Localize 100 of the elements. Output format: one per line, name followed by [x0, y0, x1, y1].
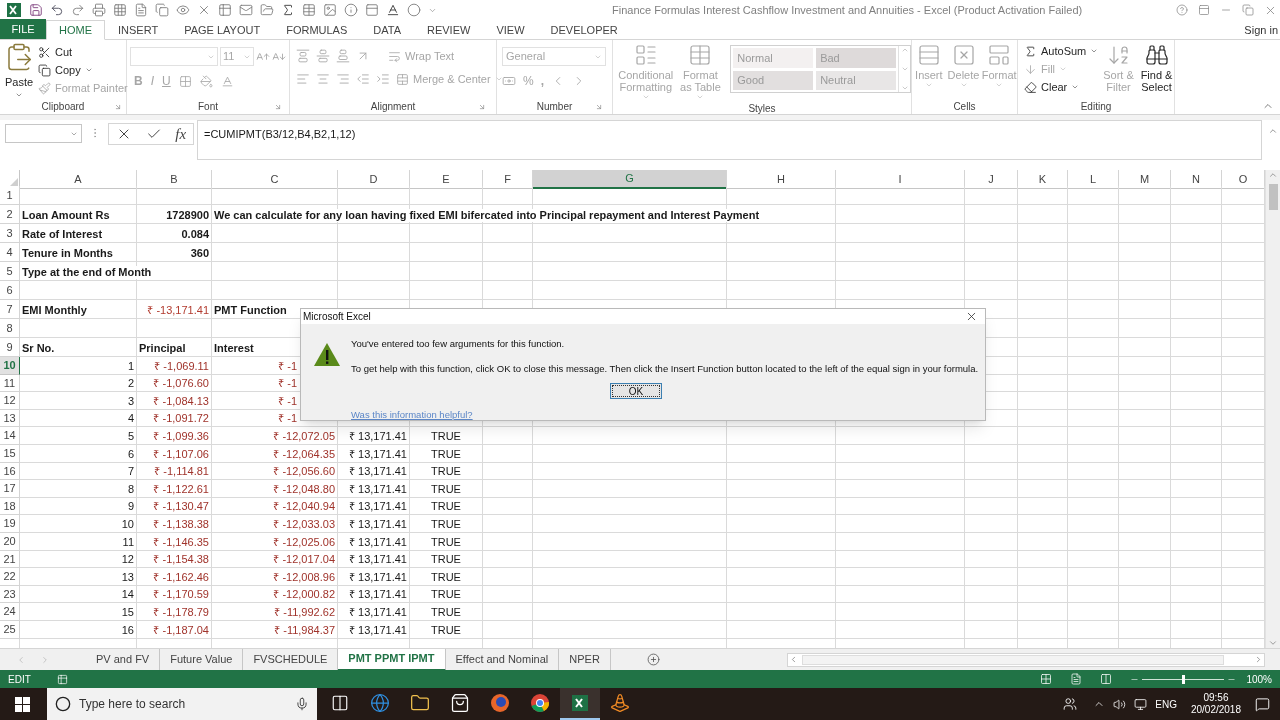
notifications-icon[interactable] — [1255, 696, 1270, 712]
column-header[interactable]: G — [533, 170, 727, 189]
scroll-thumb[interactable] — [1268, 184, 1278, 210]
sum-icon[interactable] — [281, 3, 295, 17]
column-header[interactable]: O — [1222, 170, 1265, 189]
ribbon-tab[interactable]: REVIEW — [414, 20, 484, 40]
dialog-launcher-icon[interactable] — [274, 102, 282, 111]
printer-icon[interactable] — [92, 3, 106, 17]
font-color-icon[interactable] — [220, 74, 234, 88]
increase-indent-icon[interactable] — [376, 72, 390, 86]
find-select-button[interactable]: Find & Select — [1139, 40, 1174, 99]
row-header[interactable]: 10 — [0, 357, 20, 375]
align-top-icon[interactable] — [296, 49, 310, 63]
borders-icon[interactable] — [178, 74, 192, 88]
name-box[interactable] — [5, 124, 82, 143]
column-header[interactable]: E — [410, 170, 483, 189]
sheet-tab[interactable]: PMT PPMT IPMT — [338, 648, 446, 671]
new-sheet-icon[interactable] — [646, 653, 660, 666]
scroll-thumb[interactable] — [802, 654, 1224, 665]
ribbon-tab[interactable]: HOME — [46, 20, 105, 40]
zoom-level[interactable]: 100% — [1246, 671, 1272, 687]
scroll-up-icon[interactable] — [900, 46, 909, 54]
horizontal-scrollbar[interactable] — [787, 652, 1265, 667]
normal-view-icon[interactable] — [1040, 673, 1053, 685]
insert-function-button[interactable]: fx — [175, 122, 187, 146]
grid-icon[interactable] — [113, 3, 127, 17]
ribbon-tab[interactable]: PAGE LAYOUT — [171, 20, 274, 40]
info-icon[interactable] — [344, 3, 358, 17]
paste-button[interactable]: Paste — [4, 42, 34, 99]
clear-button[interactable]: Clear — [1024, 78, 1098, 96]
scroll-down-icon[interactable] — [1268, 638, 1278, 648]
vertical-scrollbar[interactable] — [1265, 170, 1280, 648]
document-icon[interactable] — [134, 3, 148, 17]
formula-field[interactable]: =CUMIPMT(B3/12,B4,B2,1,12) — [197, 120, 1262, 160]
close-icon[interactable] — [965, 310, 978, 323]
scroll-left-icon[interactable] — [789, 655, 798, 664]
bag-icon[interactable] — [450, 693, 470, 713]
network-icon[interactable] — [1134, 697, 1148, 711]
row-header[interactable]: 6 — [0, 281, 20, 300]
scroll-right-icon[interactable] — [1254, 655, 1263, 664]
help-icon[interactable] — [1176, 4, 1188, 16]
circle-icon[interactable] — [407, 3, 421, 17]
zoom-thumb[interactable] — [1182, 674, 1186, 684]
spreadsheet-icon[interactable] — [570, 693, 590, 713]
clock-time[interactable]: 09:56 — [1203, 692, 1229, 704]
row-header[interactable]: 12 — [0, 392, 20, 410]
language-indicator[interactable]: ENG — [1155, 696, 1177, 712]
people-icon[interactable] — [1063, 697, 1078, 711]
column-header[interactable]: L — [1068, 170, 1119, 189]
select-all-icon[interactable] — [9, 177, 18, 187]
copy-button[interactable]: Copy — [38, 61, 128, 79]
clock-date[interactable]: 20/02/2018 — [1190, 704, 1241, 716]
ribbon-tab[interactable]: VIEW — [483, 20, 538, 40]
file-tab[interactable]: FILE — [0, 19, 46, 39]
align-left-icon[interactable] — [296, 72, 310, 86]
row-header[interactable]: 3 — [0, 224, 20, 243]
column-header[interactable]: I — [836, 170, 965, 189]
row-header[interactable]: 1 — [0, 186, 20, 205]
pages-icon[interactable] — [155, 3, 169, 17]
undo-icon[interactable] — [50, 3, 64, 17]
previous-sheet-icon[interactable] — [16, 654, 26, 665]
row-header[interactable]: 22 — [0, 568, 20, 586]
font-name-field[interactable] — [130, 47, 218, 66]
column-header[interactable]: K — [1018, 170, 1068, 189]
scroll-down-icon[interactable] — [900, 65, 909, 73]
row-header[interactable]: 7 — [0, 300, 20, 319]
ribbon-tab[interactable]: INSERT — [105, 20, 172, 40]
search-field[interactable]: Type here to search — [79, 695, 287, 713]
row-header[interactable]: 5 — [0, 262, 20, 281]
align-middle-icon[interactable] — [316, 49, 330, 63]
fill-color-icon[interactable] — [199, 74, 213, 88]
dialog-launcher-icon[interactable] — [478, 102, 486, 111]
image-icon[interactable] — [323, 3, 337, 17]
cut-button[interactable]: Cut — [38, 43, 128, 61]
task-view-icon[interactable] — [331, 694, 349, 712]
table-icon[interactable] — [218, 3, 232, 17]
row-header[interactable]: 14 — [0, 427, 20, 445]
windows-start-icon[interactable] — [15, 696, 30, 712]
column-header[interactable]: F — [483, 170, 533, 189]
align-right-icon[interactable] — [336, 72, 350, 86]
clear-icon[interactable] — [197, 3, 211, 17]
ribbon-tab[interactable]: DATA — [360, 20, 414, 40]
row-header[interactable]: 4 — [0, 243, 20, 262]
scroll-up-icon[interactable] — [1268, 170, 1278, 180]
form-icon[interactable] — [365, 3, 379, 17]
column-header[interactable]: B — [137, 170, 212, 189]
preview-icon[interactable] — [176, 3, 190, 17]
expand-formula-icon[interactable] — [1267, 126, 1278, 136]
sign-in-link[interactable]: Sign in — [1244, 20, 1280, 43]
page-break-view-icon[interactable] — [1100, 673, 1113, 685]
row-header[interactable]: 24 — [0, 603, 20, 621]
column-header[interactable]: N — [1171, 170, 1222, 189]
column-header[interactable]: C — [212, 170, 338, 189]
row-header[interactable]: 9 — [0, 338, 20, 357]
macro-icon[interactable] — [56, 673, 68, 685]
currency-icon[interactable] — [502, 74, 516, 88]
row-header[interactable]: 17 — [0, 480, 20, 498]
row-header[interactable]: 8 — [0, 319, 20, 338]
ok-button[interactable]: OK — [610, 382, 662, 399]
align-bottom-icon[interactable] — [336, 49, 350, 63]
